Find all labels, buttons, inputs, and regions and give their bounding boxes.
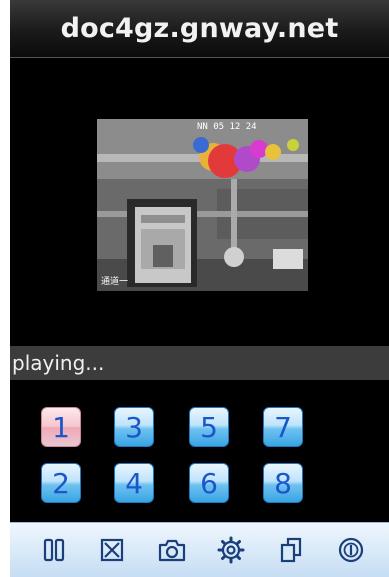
stop-icon bbox=[100, 538, 124, 562]
video-frame-image bbox=[97, 119, 308, 291]
pause-icon bbox=[43, 538, 65, 562]
video-area: NN 05 12 24 通道一 bbox=[10, 58, 389, 346]
snapshot-button[interactable] bbox=[156, 534, 188, 566]
info-button[interactable] bbox=[335, 534, 367, 566]
channel-1-button[interactable]: 1 bbox=[41, 407, 81, 447]
camera-icon bbox=[158, 539, 186, 562]
camera-video-feed[interactable]: NN 05 12 24 通道一 bbox=[97, 119, 308, 291]
status-bar: playing... bbox=[10, 346, 389, 380]
video-osd-timestamp: NN 05 12 24 bbox=[197, 122, 257, 132]
gear-icon bbox=[217, 536, 245, 564]
bottom-toolbar bbox=[10, 522, 389, 577]
channel-7-button[interactable]: 7 bbox=[263, 407, 303, 447]
channel-8-button[interactable]: 8 bbox=[263, 463, 303, 503]
video-osd-channel-name: 通道一 bbox=[101, 277, 129, 287]
app-title: doc4gz.gnway.net bbox=[60, 13, 339, 44]
channel-buttons: 1 3 5 7 2 4 6 8 bbox=[10, 380, 389, 522]
channel-2-button[interactable]: 2 bbox=[41, 463, 81, 503]
channel-3-button[interactable]: 3 bbox=[114, 407, 154, 447]
channel-5-button[interactable]: 5 bbox=[189, 407, 229, 447]
channel-4-button[interactable]: 4 bbox=[114, 463, 154, 503]
copy-button[interactable] bbox=[275, 534, 307, 566]
settings-button[interactable] bbox=[215, 534, 247, 566]
status-text: playing... bbox=[12, 351, 105, 375]
copy-icon bbox=[280, 537, 302, 563]
app-screen: doc4gz.gnway.net NN 05 12 24 通道一 playing… bbox=[10, 0, 389, 577]
channel-6-button[interactable]: 6 bbox=[189, 463, 229, 503]
info-icon bbox=[338, 537, 364, 563]
title-bar: doc4gz.gnway.net bbox=[10, 0, 389, 58]
stop-button[interactable] bbox=[96, 534, 128, 566]
pause-button[interactable] bbox=[38, 534, 70, 566]
